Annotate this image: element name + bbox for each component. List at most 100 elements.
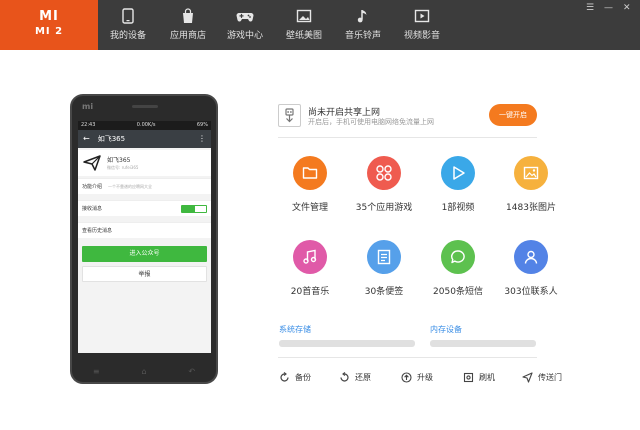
- device-model: MI 2: [34, 26, 64, 37]
- tool-label: 还原: [355, 372, 371, 382]
- minimize-button[interactable]: —: [604, 3, 613, 13]
- phone-mi-logo: mi: [82, 102, 94, 111]
- portal-button[interactable]: 传送门: [522, 371, 562, 383]
- status-speed: 0.00K/s: [136, 122, 156, 128]
- report-button: 举报: [82, 266, 207, 282]
- upgrade-icon: [401, 371, 412, 383]
- one-click-enable-button[interactable]: 一键开启: [489, 104, 537, 126]
- portal-icon: [522, 371, 533, 383]
- bag-icon: [183, 8, 193, 23]
- system-storage-label[interactable]: 系统存储: [279, 324, 311, 335]
- phone-status-bar: 22:43 0.00K/s 69%: [78, 121, 211, 130]
- tool-label: 升级: [417, 372, 433, 382]
- phone-app-bar: ← 如飞365 ⋮: [78, 130, 211, 148]
- usb-share-icon: [278, 104, 301, 127]
- back-arrow-icon: ←: [83, 134, 90, 143]
- paper-plane-icon: [83, 155, 101, 171]
- music-note-icon: [357, 10, 367, 23]
- account-name: 如飞365: [107, 157, 131, 164]
- account-profile: 如飞365 微信号: rufei365: [78, 150, 211, 176]
- phone-preview: mi 22:43 0.00K/s 69% ← 如飞365 ⋮ 如飞365 微信号…: [70, 94, 218, 384]
- enter-account-button: 进入公众号: [82, 246, 207, 262]
- restore-button[interactable]: 还原: [339, 371, 371, 383]
- account-intro-row: 功能介绍 一个不靠谱的应聘网大全: [78, 178, 211, 194]
- nav-video[interactable]: 视频影音: [392, 0, 452, 50]
- history-label: 查看历史消息: [82, 228, 113, 234]
- flash-icon: [463, 372, 474, 382]
- play-icon: [441, 156, 475, 190]
- nav-label: 视频影音: [403, 31, 440, 41]
- chat-icon: [441, 240, 475, 274]
- status-battery: 69%: [196, 122, 208, 128]
- tool-label: 刷机: [479, 372, 495, 382]
- close-button[interactable]: ✕: [623, 3, 631, 13]
- apps-icon: [367, 156, 401, 190]
- tool-label: 备份: [295, 372, 311, 382]
- tile-label: 1483张图片: [506, 203, 556, 213]
- receive-label: 接收消息: [82, 206, 103, 212]
- menu-key-icon: ≡: [92, 367, 100, 376]
- phone-screen: 22:43 0.00K/s 69% ← 如飞365 ⋮ 如飞365 微信号: r…: [78, 121, 211, 353]
- tile-label: 20首音乐: [290, 287, 330, 297]
- tile-file-manager[interactable]: 文件管理: [274, 156, 346, 213]
- restore-icon: [340, 371, 349, 382]
- tile-label: 303位联系人: [504, 287, 558, 297]
- mi-logo: MI: [39, 9, 59, 24]
- receive-messages-row: 接收消息: [78, 200, 211, 216]
- nav-wallpaper[interactable]: 壁纸美图: [274, 0, 334, 50]
- receive-toggle: [181, 204, 207, 213]
- nav-label: 应用商店: [169, 31, 206, 41]
- tile-sms[interactable]: 2050条短信: [422, 240, 494, 297]
- music-icon: [293, 240, 327, 274]
- phone-nav-keys: ≡ ⌂ ↶: [72, 367, 216, 376]
- account-id: 微信号: rufei365: [107, 165, 139, 170]
- tile-label: 文件管理: [291, 203, 328, 213]
- note-icon: [367, 240, 401, 274]
- flash-button[interactable]: 刷机: [463, 371, 495, 383]
- internal-storage-bar: [430, 340, 536, 347]
- nav-label: 壁纸美图: [285, 31, 322, 41]
- back-key-icon: ↶: [188, 367, 196, 376]
- tile-images[interactable]: 1483张图片: [495, 156, 567, 213]
- picture-icon: [296, 9, 312, 23]
- top-bar: MI MI 2 我的设备 应用商店 游戏中心 壁纸美图 音乐铃声 视频影音 ☰ …: [0, 0, 640, 50]
- tile-videos[interactable]: 1部视频: [422, 156, 494, 213]
- menu-button[interactable]: ☰: [586, 3, 594, 13]
- internal-storage-label[interactable]: 内存设备: [430, 324, 462, 335]
- intro-label: 功能介绍: [82, 184, 103, 190]
- share-subtitle: 开启后，手机可使用电脑网络免流量上网: [308, 118, 434, 126]
- tile-label: 35个应用游戏: [355, 203, 413, 213]
- backup-button[interactable]: 备份: [279, 371, 311, 383]
- brand-logo[interactable]: MI MI 2: [0, 0, 98, 50]
- tile-contacts[interactable]: 303位联系人: [495, 240, 567, 297]
- intro-text: 一个不靠谱的应聘网大全: [108, 183, 153, 189]
- image-icon: [514, 156, 548, 190]
- folder-icon: [293, 156, 327, 190]
- nav-label: 游戏中心: [226, 31, 263, 41]
- play-video-icon: [414, 9, 430, 23]
- home-key-icon: ⌂: [141, 367, 147, 376]
- gamepad-icon: [236, 13, 254, 22]
- tile-label: 2050条短信: [433, 287, 483, 297]
- tile-label: 1部视频: [441, 203, 475, 213]
- nav-game-center[interactable]: 游戏中心: [215, 0, 275, 50]
- upgrade-button[interactable]: 升级: [401, 371, 433, 383]
- divider: [278, 137, 537, 138]
- nav-label: 我的设备: [109, 31, 146, 41]
- phone-speaker: [132, 105, 158, 108]
- more-icon: ⋮: [198, 134, 206, 143]
- backup-icon: [280, 371, 289, 382]
- contact-icon: [514, 240, 548, 274]
- nav-music[interactable]: 音乐铃声: [333, 0, 393, 50]
- nav-my-device[interactable]: 我的设备: [98, 0, 158, 50]
- history-row: 查看历史消息: [78, 222, 211, 238]
- tile-notes[interactable]: 30条便签: [348, 240, 420, 297]
- system-storage-bar: [279, 340, 415, 347]
- tile-label: 30条便签: [364, 287, 404, 297]
- tile-apps-games[interactable]: 35个应用游戏: [348, 156, 420, 213]
- phone-icon: [122, 8, 134, 24]
- tile-music[interactable]: 20首音乐: [274, 240, 346, 297]
- nav-app-store[interactable]: 应用商店: [158, 0, 218, 50]
- divider: [278, 357, 537, 358]
- tool-label: 传送门: [538, 372, 562, 382]
